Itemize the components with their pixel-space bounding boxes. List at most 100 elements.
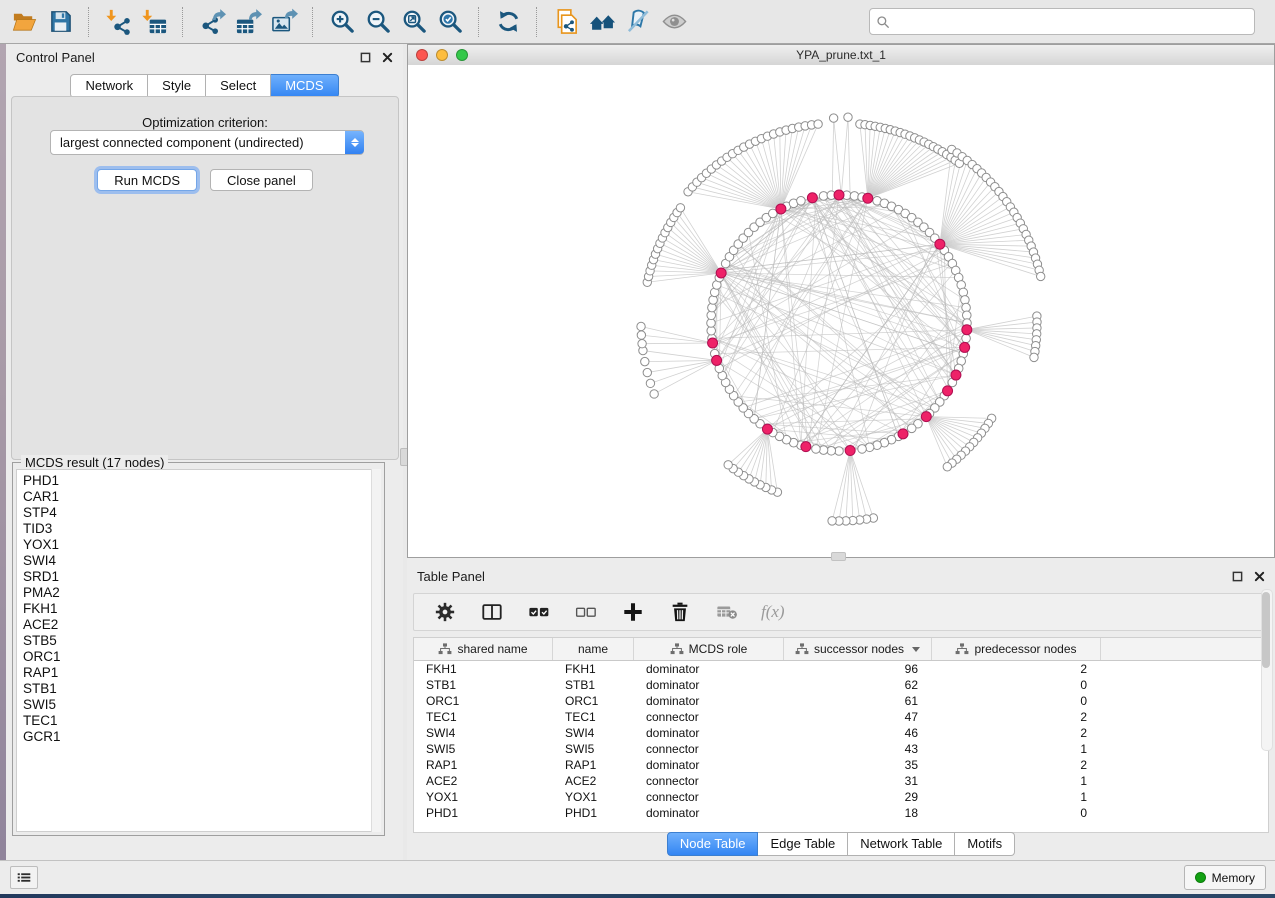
import-network-icon [105,8,132,35]
eye-button[interactable] [656,4,692,40]
column-header-predecessor-nodes[interactable]: predecessor nodes [932,638,1101,660]
table-row[interactable]: SWI5SWI5connector431 [414,741,1268,757]
create-column-button[interactable] [620,599,646,625]
table-cell: 2 [932,709,1101,725]
zoom-out-button[interactable] [360,4,396,40]
tab-edge-table[interactable]: Edge Table [758,832,848,856]
close-panel-action-button[interactable]: Close panel [210,169,313,191]
table-type-tabs: Node TableEdge TableNetwork TableMotifs [407,832,1275,856]
zoom-in-button[interactable] [324,4,360,40]
export-image-button[interactable] [266,4,302,40]
network-document-button[interactable] [548,4,584,40]
float-table-panel-button[interactable] [1231,570,1243,582]
close-table-panel-button[interactable] [1253,570,1265,582]
table-scrollbar-thumb[interactable] [1262,592,1270,668]
horizontal-splitter-handle[interactable] [831,552,846,561]
toolbar-separator [536,7,538,37]
zoom-selected-button[interactable] [432,4,468,40]
table-row[interactable]: SWI4SWI4dominator462 [414,725,1268,741]
control-panel: Control Panel NetworkStyleSelectMCDS Opt… [6,44,403,860]
tab-network[interactable]: Network [70,74,148,98]
table-row[interactable]: FKH1FKH1dominator962 [414,661,1268,677]
mcds-result-item[interactable]: SWI5 [23,697,380,713]
function-builder-button[interactable]: f(x) [761,599,785,625]
mcds-result-item[interactable]: GCR1 [23,729,380,745]
mcds-result-item[interactable]: RAP1 [23,665,380,681]
mcds-result-item[interactable]: STB1 [23,681,380,697]
table-settings-button[interactable] [432,599,458,625]
float-panel-button[interactable] [359,51,371,63]
table-row[interactable]: PHD1PHD1dominator180 [414,805,1268,821]
refresh-button[interactable] [490,4,526,40]
mcds-result-item[interactable]: ACE2 [23,617,380,633]
show-columns-button[interactable] [479,599,505,625]
column-header-name[interactable]: name [553,638,634,660]
search-box[interactable] [869,8,1255,35]
mcds-result-item[interactable]: YOX1 [23,537,380,553]
table-cell: 46 [784,725,932,741]
fx-icon: f(x) [761,602,785,622]
sort-descending-icon[interactable] [912,647,920,652]
mcds-result-list[interactable]: PHD1CAR1STP4TID3YOX1SWI4SRD1PMA2FKH1ACE2… [16,469,381,832]
table-row[interactable]: TEC1TEC1connector472 [414,709,1268,725]
tab-mcds[interactable]: MCDS [271,74,338,98]
delete-column-button[interactable] [667,599,693,625]
mcds-result-item[interactable]: STB5 [23,633,380,649]
import-table-button[interactable] [136,4,172,40]
zoom-fit-button[interactable] [396,4,432,40]
select-all-columns-button[interactable] [526,599,552,625]
network-graph-canvas[interactable] [408,65,1274,557]
optimization-criterion-select[interactable]: largest connected component (undirected) [50,130,364,155]
tab-select[interactable]: Select [206,74,271,98]
table-row[interactable]: ACE2ACE2connector311 [414,773,1268,789]
mcds-result-item[interactable]: SWI4 [23,553,380,569]
table-cell: ORC1 [553,693,634,709]
crossed-flag-button[interactable] [620,4,656,40]
mcds-result-item[interactable]: PHD1 [23,473,380,489]
save-session-button[interactable] [42,4,78,40]
column-header-MCDS-role[interactable]: MCDS role [634,638,784,660]
mcds-list-scrollbar[interactable] [371,469,381,832]
table-row[interactable]: YOX1YOX1connector291 [414,789,1268,805]
unchecked-checkboxes-icon [575,601,597,623]
table-cell: 2 [932,757,1101,773]
table-row[interactable]: STB1STB1dominator620 [414,677,1268,693]
table-cell: RAP1 [553,757,634,773]
node-table: shared namenameMCDS role successor nodes p… [413,637,1269,833]
run-mcds-button[interactable]: Run MCDS [97,169,197,191]
mcds-result-item[interactable]: STP4 [23,505,380,521]
tab-motifs[interactable]: Motifs [955,832,1015,856]
table-scrollbar[interactable] [1261,589,1273,751]
tab-style[interactable]: Style [148,74,206,98]
memory-button[interactable]: Memory [1184,865,1266,890]
tab-network-table[interactable]: Network Table [848,832,955,856]
mcds-result-item[interactable]: PMA2 [23,585,380,601]
column-header-shared-name[interactable]: shared name [414,638,553,660]
open-file-button[interactable] [6,4,42,40]
column-header-successor-nodes[interactable]: successor nodes [784,638,932,660]
export-network-button[interactable] [194,4,230,40]
table-cell: YOX1 [553,789,634,805]
mcds-result-item[interactable]: CAR1 [23,489,380,505]
mcds-result-item[interactable]: FKH1 [23,601,380,617]
mcds-result-item[interactable]: ORC1 [23,649,380,665]
delete-table-button[interactable] [714,599,740,625]
export-table-button[interactable] [230,4,266,40]
column-header-label: successor nodes [814,642,904,656]
task-history-button[interactable] [10,866,38,889]
homes-button[interactable] [584,4,620,40]
search-icon [876,15,890,29]
table-row[interactable]: RAP1RAP1dominator352 [414,757,1268,773]
tab-node-table[interactable]: Node Table [667,832,759,856]
mcds-result-item[interactable]: TID3 [23,521,380,537]
memory-label: Memory [1212,871,1255,885]
mcds-result-item[interactable]: TEC1 [23,713,380,729]
mcds-result-item[interactable]: SRD1 [23,569,380,585]
unselect-all-columns-button[interactable] [573,599,599,625]
network-window-titlebar[interactable]: YPA_prune.txt_1 [408,45,1274,66]
mcds-result-box: MCDS result (17 nodes) PHD1CAR1STP4TID3Y… [12,462,385,836]
table-row[interactable]: ORC1ORC1dominator610 [414,693,1268,709]
import-network-button[interactable] [100,4,136,40]
search-input[interactable] [894,14,1248,30]
close-panel-button[interactable] [381,51,393,63]
